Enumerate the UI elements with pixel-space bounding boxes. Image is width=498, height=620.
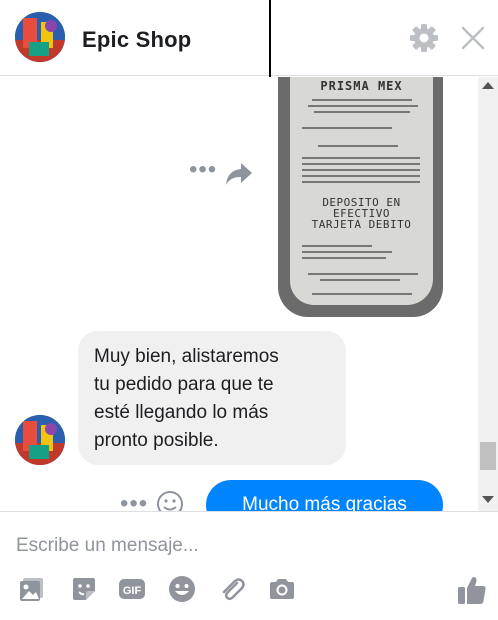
shop-name[interactable]: Epic Shop — [82, 27, 191, 53]
receipt-line — [308, 105, 418, 107]
shop-avatar-small[interactable] — [15, 415, 65, 465]
close-icon[interactable] — [459, 24, 487, 52]
message-composer: GIF — [0, 511, 498, 620]
more-options-icon[interactable]: ••• — [189, 158, 217, 182]
receipt-line — [312, 99, 412, 101]
message-input[interactable] — [16, 532, 416, 560]
chat-header: Epic Shop — [0, 0, 498, 76]
receipt-line — [302, 163, 420, 165]
receipt-line — [302, 245, 372, 247]
text-cursor-line — [269, 0, 271, 80]
receipt-line — [318, 145, 398, 147]
scroll-down-arrow-icon[interactable] — [482, 496, 494, 503]
more-options-icon[interactable]: ••• — [120, 492, 148, 512]
receipt-line — [302, 251, 392, 253]
paperclip-icon[interactable] — [218, 575, 246, 603]
shop-avatar[interactable] — [15, 12, 65, 62]
receipt-line — [302, 169, 420, 171]
message-list[interactable]: PRISMA MEX DEPOSITO EN EFECTIVO TARJETA … — [0, 77, 478, 511]
receipt-photo[interactable]: PRISMA MEX DEPOSITO EN EFECTIVO TARJETA … — [278, 77, 443, 317]
share-icon[interactable] — [224, 159, 254, 189]
scroll-up-arrow-icon[interactable] — [482, 82, 494, 89]
receipt-paper: PRISMA MEX DEPOSITO EN EFECTIVO TARJETA … — [290, 77, 433, 305]
photo-icon[interactable] — [18, 575, 46, 603]
gif-icon[interactable]: GIF — [118, 575, 146, 603]
emoji-icon[interactable] — [168, 575, 196, 603]
scroll-thumb[interactable] — [480, 442, 496, 470]
receipt-line — [314, 111, 410, 113]
receipt-line — [320, 279, 400, 281]
receipt-deposit-text: DEPOSITO EN EFECTIVO TARJETA DEBITO — [311, 196, 412, 231]
incoming-message[interactable]: Muy bien, alistaremos tu pedido para que… — [78, 331, 346, 465]
receipt-line — [302, 157, 420, 159]
smiley-icon[interactable] — [156, 490, 184, 511]
camera-icon[interactable] — [268, 575, 296, 603]
gear-icon[interactable] — [408, 22, 440, 54]
receipt-line — [302, 257, 386, 259]
receipt-title: PRISMA MEX — [320, 79, 403, 93]
receipt-line — [312, 293, 412, 295]
receipt-line — [308, 273, 418, 275]
receipt-line — [302, 181, 420, 183]
sticker-icon[interactable] — [70, 575, 98, 603]
receipt-line — [302, 127, 392, 129]
receipt-line — [302, 175, 420, 177]
scrollbar[interactable] — [478, 77, 498, 511]
thumbs-up-icon[interactable] — [456, 574, 488, 606]
outgoing-message[interactable]: Mucho más gracias — [206, 480, 443, 511]
svg-text:GIF: GIF — [123, 585, 142, 597]
